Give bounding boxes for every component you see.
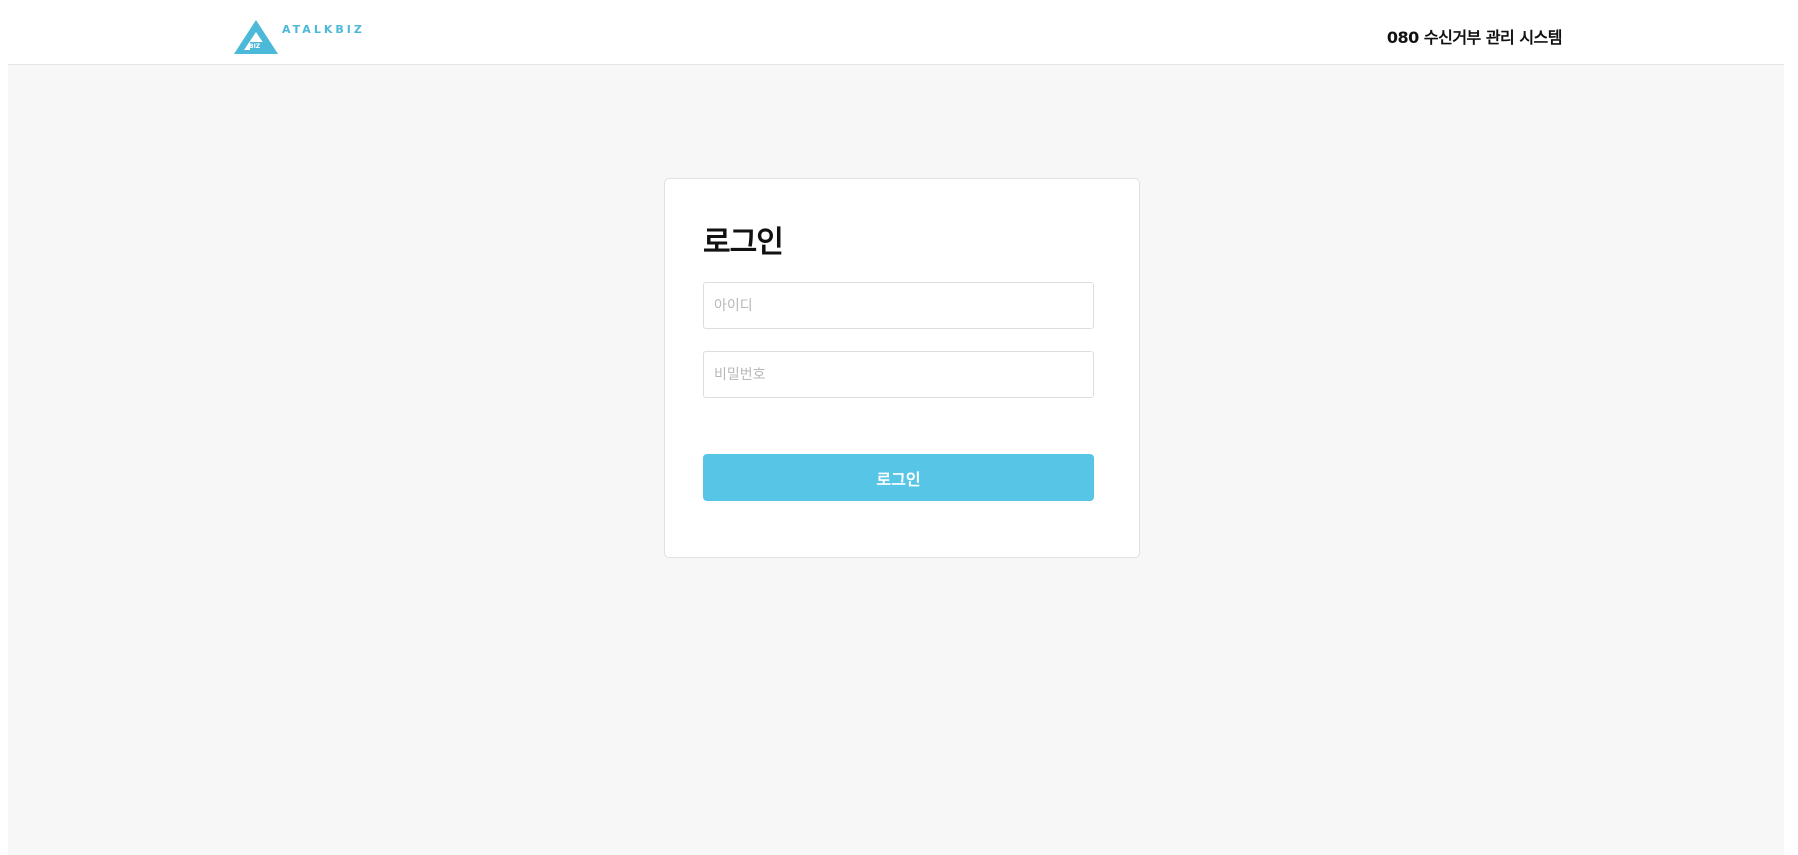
system-title: 080 수신거부 관리 시스템	[1386, 28, 1563, 47]
atalkbiz-logo[interactable]: BIZ ATALKBIZ	[232, 18, 365, 56]
logo-text: ATALKBIZ	[282, 22, 365, 36]
right-gutter	[1784, 0, 1798, 855]
login-card: 로그인 로그인	[664, 178, 1140, 558]
login-heading: 로그인	[703, 225, 784, 260]
top-header: BIZ ATALKBIZ 080 수신거부 관리 시스템	[8, 0, 1784, 65]
left-gutter	[0, 0, 8, 855]
password-input[interactable]	[703, 351, 1094, 398]
login-button[interactable]: 로그인	[703, 454, 1094, 501]
id-input[interactable]	[703, 282, 1094, 329]
main-content: 로그인 로그인	[8, 65, 1784, 855]
logo-mark-text: BIZ	[249, 43, 261, 50]
logo-mark-icon: BIZ	[234, 20, 278, 54]
